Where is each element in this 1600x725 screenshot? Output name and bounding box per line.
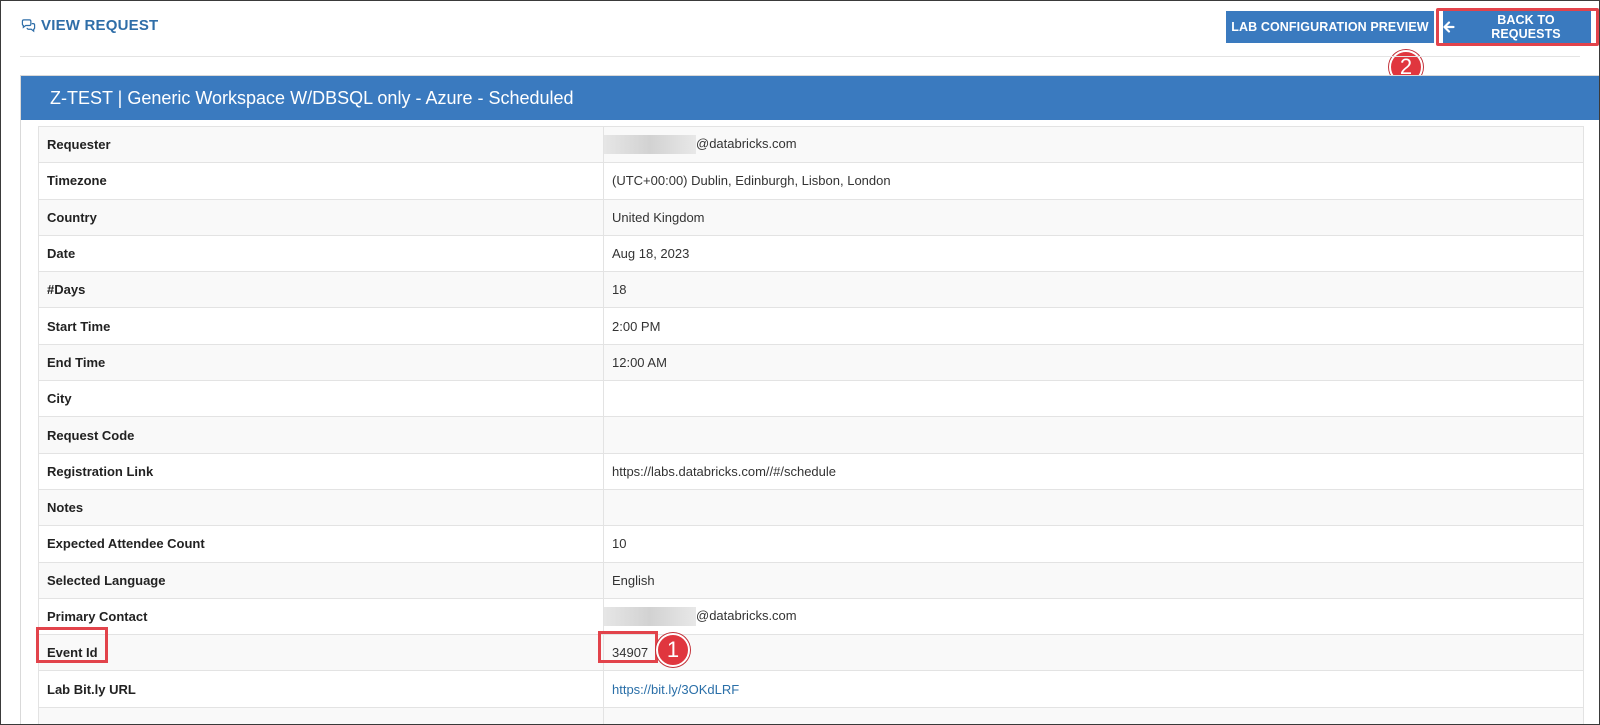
end-time-label: End Time (38, 343, 604, 382)
annotation-marker-1: 1 (656, 633, 690, 667)
table-row: Lab Bit.ly URL https://bit.ly/3OKdLRF (38, 670, 1584, 708)
lab-bitly-url-label: Lab Bit.ly URL (38, 670, 604, 708)
timezone-label: Timezone (38, 162, 604, 200)
request-details-table: Requester @databricks.com Timezone (UTC+… (38, 125, 1584, 724)
redacted-email-mask (604, 135, 696, 155)
expected-attendee-count-value: 10 (603, 525, 1584, 563)
event-id-label: Event Id (38, 634, 604, 672)
notes-label: Notes (38, 488, 604, 527)
table-row: City (38, 380, 1584, 418)
table-row: #Days 18 (38, 271, 1584, 309)
table-row (38, 706, 1584, 724)
table-row: Country United Kingdom (38, 198, 1584, 236)
requester-label: Requester (38, 125, 604, 164)
selected-language-label: Selected Language (38, 561, 604, 599)
country-label: Country (38, 198, 604, 236)
primary-contact-value: @databricks.com (603, 597, 1584, 636)
table-row: Timezone (UTC+00:00) Dublin, Edinburgh, … (38, 162, 1584, 200)
header-divider (20, 56, 1580, 57)
end-time-value: 12:00 AM (603, 343, 1584, 382)
request-name: Z-TEST | Generic Workspace W/DBSQL only … (50, 87, 574, 108)
request-details-panel: Z-TEST | Generic Workspace W/DBSQL only … (20, 75, 1599, 724)
request-code-value (603, 416, 1584, 454)
registration-link-label: Registration Link (38, 452, 604, 490)
primary-contact-email: @databricks.com (696, 607, 797, 623)
requester-email: @databricks.com (696, 136, 797, 152)
table-row: Requester @databricks.com (38, 125, 1584, 164)
table-row: Start Time 2:00 PM (38, 307, 1584, 345)
chat-bubbles-icon (21, 19, 36, 33)
notes-value (603, 488, 1584, 527)
table-row: Event Id 34907 (38, 634, 1584, 672)
lab-configuration-preview-label: LAB CONFIGURATION PREVIEW (1231, 20, 1429, 34)
page-frame: VIEW REQUEST LAB CONFIGURATION PREVIEW B… (0, 0, 1600, 725)
table-row: Expected Attendee Count 10 (38, 525, 1584, 563)
expected-attendee-count-label: Expected Attendee Count (38, 525, 604, 563)
timezone-value: (UTC+00:00) Dublin, Edinburgh, Lisbon, L… (603, 162, 1584, 200)
arrow-left-icon (1443, 21, 1455, 33)
date-label: Date (38, 234, 604, 273)
registration-link-value: https://labs.databricks.com//#/schedule (603, 452, 1584, 490)
event-id-value: 34907 (603, 634, 1584, 672)
city-label: City (38, 380, 604, 418)
lab-configuration-preview-button[interactable]: LAB CONFIGURATION PREVIEW (1226, 11, 1434, 43)
city-value (603, 380, 1584, 418)
lab-bitly-url-value: https://bit.ly/3OKdLRF (603, 670, 1584, 708)
trailing-label (38, 706, 604, 724)
requester-value: @databricks.com (603, 125, 1584, 164)
back-to-requests-label: BACK TO REQUESTS (1491, 13, 1561, 41)
redacted-email-mask (604, 607, 696, 626)
table-row: Request Code (38, 416, 1584, 454)
request-code-label: Request Code (38, 416, 604, 454)
back-to-requests-button[interactable]: BACK TO REQUESTS (1443, 11, 1591, 43)
start-time-value: 2:00 PM (603, 307, 1584, 345)
days-label: #Days (38, 271, 604, 309)
lab-bitly-url-link[interactable]: https://bit.ly/3OKdLRF (612, 682, 739, 697)
page-title: VIEW REQUEST (21, 17, 158, 34)
page-title-text: VIEW REQUEST (41, 17, 159, 34)
selected-language-value: English (603, 561, 1584, 599)
panel-header: Z-TEST | Generic Workspace W/DBSQL only … (21, 76, 1599, 120)
table-row: Registration Link https://labs.databrick… (38, 452, 1584, 490)
country-value: United Kingdom (603, 198, 1584, 236)
table-row: End Time 12:00 AM (38, 343, 1584, 382)
days-value: 18 (603, 271, 1584, 309)
start-time-label: Start Time (38, 307, 604, 345)
date-value: Aug 18, 2023 (603, 234, 1584, 273)
trailing-value (603, 706, 1584, 724)
table-row: Notes (38, 488, 1584, 527)
table-row: Date Aug 18, 2023 (38, 234, 1584, 273)
table-row: Selected Language English (38, 561, 1584, 599)
table-row: Primary Contact @databricks.com (38, 597, 1584, 636)
primary-contact-label: Primary Contact (38, 597, 604, 636)
